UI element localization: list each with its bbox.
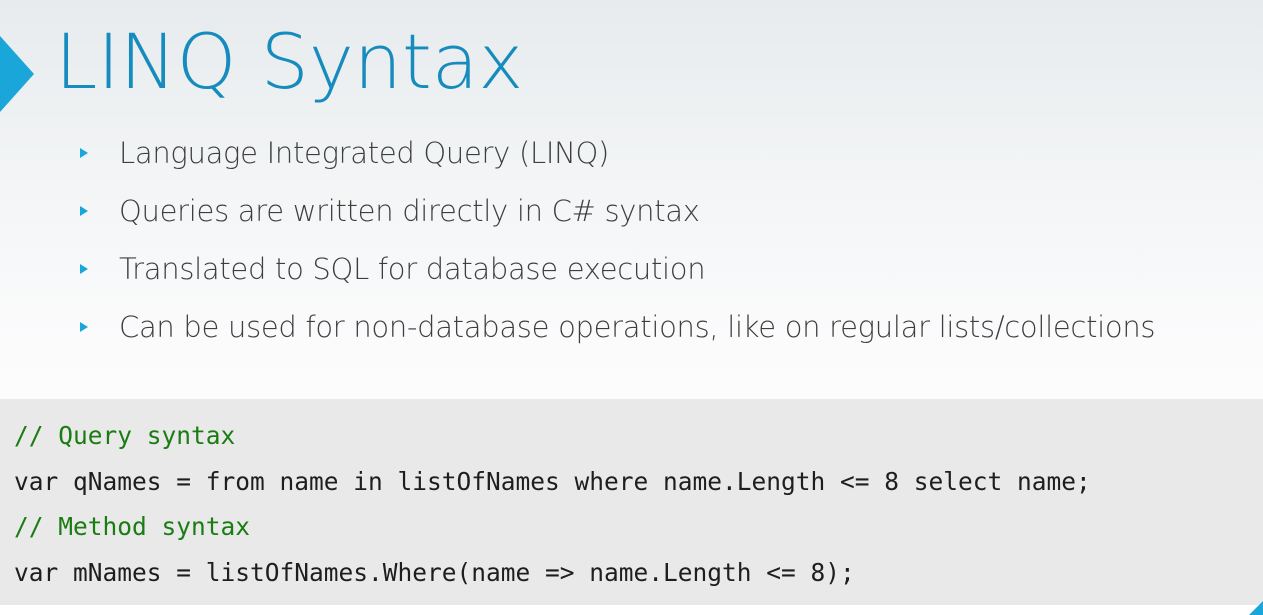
- bullet-triangle-icon: [80, 322, 88, 332]
- bullet-text: Can be used for non-database operations,…: [119, 310, 1156, 344]
- bullet-list: Language Integrated Query (LINQ) Queries…: [80, 124, 1156, 356]
- code-block: // Query syntax var qNames = from name i…: [0, 399, 1263, 605]
- code-line: var mNames = listOfNames.Where(name => n…: [14, 557, 855, 587]
- bullet-item: Can be used for non-database operations,…: [80, 298, 1156, 356]
- code-line: var qNames = from name in listOfNames wh…: [14, 466, 1091, 496]
- bullet-item: Translated to SQL for database execution: [80, 240, 1155, 298]
- bullet-item: Queries are written directly in C# synta…: [80, 182, 1155, 240]
- corner-triangle-icon: [1249, 601, 1263, 615]
- code-comment-line: // Method syntax: [14, 512, 251, 541]
- bullet-item: Language Integrated Query (LINQ): [80, 124, 1155, 182]
- bullet-text: Language Integrated Query (LINQ): [119, 136, 610, 170]
- bullet-triangle-icon: [80, 264, 88, 274]
- title-triangle-icon: [0, 36, 34, 112]
- slide-title: LINQ Syntax: [55, 17, 524, 106]
- bullet-triangle-icon: [80, 206, 88, 216]
- bullet-triangle-icon: [80, 148, 88, 158]
- bullet-text: Queries are written directly in C# synta…: [119, 194, 700, 228]
- code-comment-line: // Query syntax: [14, 421, 236, 450]
- bullet-text: Translated to SQL for database execution: [119, 252, 706, 286]
